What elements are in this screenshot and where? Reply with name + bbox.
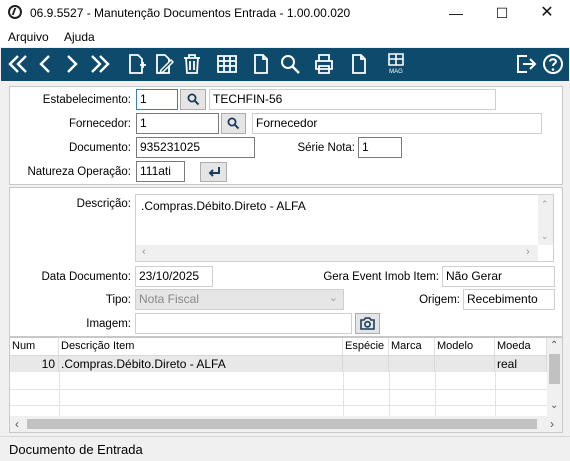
edit-document-icon[interactable] — [152, 52, 176, 76]
next-record-icon[interactable] — [60, 52, 84, 76]
fornecedor-name-field: Fornecedor — [252, 113, 542, 134]
column-modelo[interactable]: Modelo — [435, 338, 495, 355]
estabelecimento-label: Estabelecimento: — [42, 94, 131, 106]
print-icon[interactable] — [312, 52, 336, 76]
app-icon — [8, 5, 22, 19]
column-marca[interactable]: Marca — [389, 338, 435, 355]
natureza-label: Natureza Operação: — [27, 166, 131, 178]
imagem-input[interactable] — [135, 313, 352, 334]
fornecedor-label: Fornecedor: — [68, 118, 131, 130]
enter-icon — [208, 167, 220, 177]
grid-line — [495, 372, 496, 416]
tipo-label: Tipo: — [105, 294, 131, 306]
cell-descricao-item: .Compras.Débito.Direto - ALFA — [59, 356, 343, 372]
maximize-button[interactable]: ☐ — [482, 2, 522, 24]
serie-nota-label: Série Nota: — [297, 142, 355, 154]
cell-modelo — [435, 356, 495, 372]
window-title: 06.9.5527 - Manutenção Documentos Entrad… — [30, 6, 351, 20]
tipo-value: Nota Fiscal — [139, 292, 200, 306]
origem-label: Origem: — [419, 294, 460, 306]
scroll-thumb[interactable] — [27, 419, 537, 429]
grid-line — [435, 372, 436, 416]
new-document-icon[interactable] — [124, 52, 148, 76]
cell-num-item: 10 — [10, 356, 59, 372]
status-text: Documento de Entrada — [9, 442, 143, 457]
scroll-right-icon[interactable]: › — [526, 246, 530, 258]
documento-input[interactable]: 935231025 — [136, 137, 255, 158]
items-table: Num Item Descrição Item Espécie Marca Mo… — [9, 337, 563, 433]
column-moeda[interactable]: Moeda — [495, 338, 547, 355]
fornecedor-search-button[interactable] — [221, 113, 246, 134]
imagem-camera-button[interactable] — [355, 313, 380, 334]
menu-arquivo[interactable]: Arquivo — [8, 30, 49, 44]
table-hscrollbar[interactable]: ‹ › — [10, 416, 562, 432]
grid-line — [59, 372, 60, 416]
descricao-textarea[interactable]: .Compras.Débito.Direto - ALFA ⌃ ⌄ ‹ › — [135, 194, 554, 262]
scroll-down-icon[interactable]: ⌄ — [550, 400, 558, 411]
column-descricao-item[interactable]: Descrição Item — [59, 338, 343, 355]
scroll-right-icon[interactable]: › — [550, 417, 554, 431]
title-bar: 06.9.5527 - Manutenção Documentos Entrad… — [0, 0, 570, 27]
table-vscrollbar[interactable]: ⌃ ⌄ — [547, 338, 562, 416]
table-row[interactable]: 10 .Compras.Débito.Direto - ALFA real — [10, 356, 547, 372]
copy-document-icon[interactable] — [347, 52, 371, 76]
close-button[interactable]: ✕ — [527, 2, 567, 24]
grid-line — [10, 405, 547, 406]
last-record-icon[interactable] — [88, 52, 112, 76]
scroll-left-icon[interactable]: ‹ — [142, 246, 146, 258]
descricao-vscrollbar[interactable]: ⌃ ⌄ — [538, 195, 553, 245]
data-documento-label: Data Documento: — [41, 271, 132, 283]
column-num-item[interactable]: Num Item — [10, 338, 59, 369]
mag-icon[interactable]: MAG — [384, 52, 408, 76]
descricao-text: .Compras.Débito.Direto - ALFA — [141, 199, 306, 213]
gera-event-label: Gera Event Imob Item: — [323, 271, 439, 283]
toolbar: MAG — [1, 48, 569, 81]
grid-line — [389, 372, 390, 416]
fornecedor-code-input[interactable]: 1 — [136, 113, 219, 134]
scroll-up-icon[interactable]: ⌃ — [541, 199, 549, 210]
origem-field[interactable]: Recebimento — [463, 289, 555, 310]
documento-label: Documento: — [68, 142, 131, 154]
cell-marca — [389, 356, 435, 372]
grid-line — [343, 372, 344, 416]
descricao-hscrollbar[interactable]: ‹ › — [136, 245, 538, 261]
menu-ajuda[interactable]: Ajuda — [64, 30, 95, 44]
camera-icon — [360, 317, 375, 330]
natureza-input[interactable]: 111ati — [136, 161, 185, 182]
data-documento-input[interactable]: 23/10/2025 — [135, 266, 213, 287]
natureza-enter-button[interactable] — [200, 162, 227, 182]
estabelecimento-code-input[interactable]: 1 — [136, 89, 178, 110]
tipo-select: Nota Fiscal ⌄ — [135, 289, 344, 310]
scroll-left-icon[interactable]: ‹ — [15, 417, 19, 431]
scroll-down-icon[interactable]: ⌄ — [541, 231, 549, 242]
cell-especie — [343, 356, 389, 372]
search-icon — [187, 93, 199, 106]
help-icon[interactable] — [541, 52, 565, 76]
estabelecimento-search-button[interactable] — [180, 89, 206, 110]
search-icon — [227, 117, 240, 130]
first-record-icon[interactable] — [6, 52, 30, 76]
mag-label: MAG — [389, 69, 403, 75]
previous-record-icon[interactable] — [33, 52, 57, 76]
scroll-up-icon[interactable]: ⌃ — [550, 340, 558, 351]
cell-moeda: real — [495, 356, 547, 372]
descricao-label: Descrição: — [76, 198, 131, 210]
grid-icon[interactable] — [215, 52, 239, 76]
chevron-down-icon: ⌄ — [328, 292, 338, 304]
exit-icon[interactable] — [514, 52, 538, 76]
imagem-label: Imagem: — [86, 318, 131, 330]
search-icon[interactable] — [278, 52, 302, 76]
status-bar: Documento de Entrada — [0, 436, 570, 461]
grid-line — [10, 389, 547, 390]
minimize-button[interactable]: — — [436, 2, 476, 24]
delete-icon[interactable] — [180, 52, 204, 76]
blank-document-icon[interactable] — [249, 52, 273, 76]
scroll-thumb[interactable] — [549, 354, 560, 384]
serie-nota-input[interactable]: 1 — [358, 137, 402, 158]
estabelecimento-name-field: TECHFIN-56 — [209, 89, 496, 110]
gera-event-field[interactable]: Não Gerar — [442, 266, 555, 287]
column-especie[interactable]: Espécie — [343, 338, 389, 355]
